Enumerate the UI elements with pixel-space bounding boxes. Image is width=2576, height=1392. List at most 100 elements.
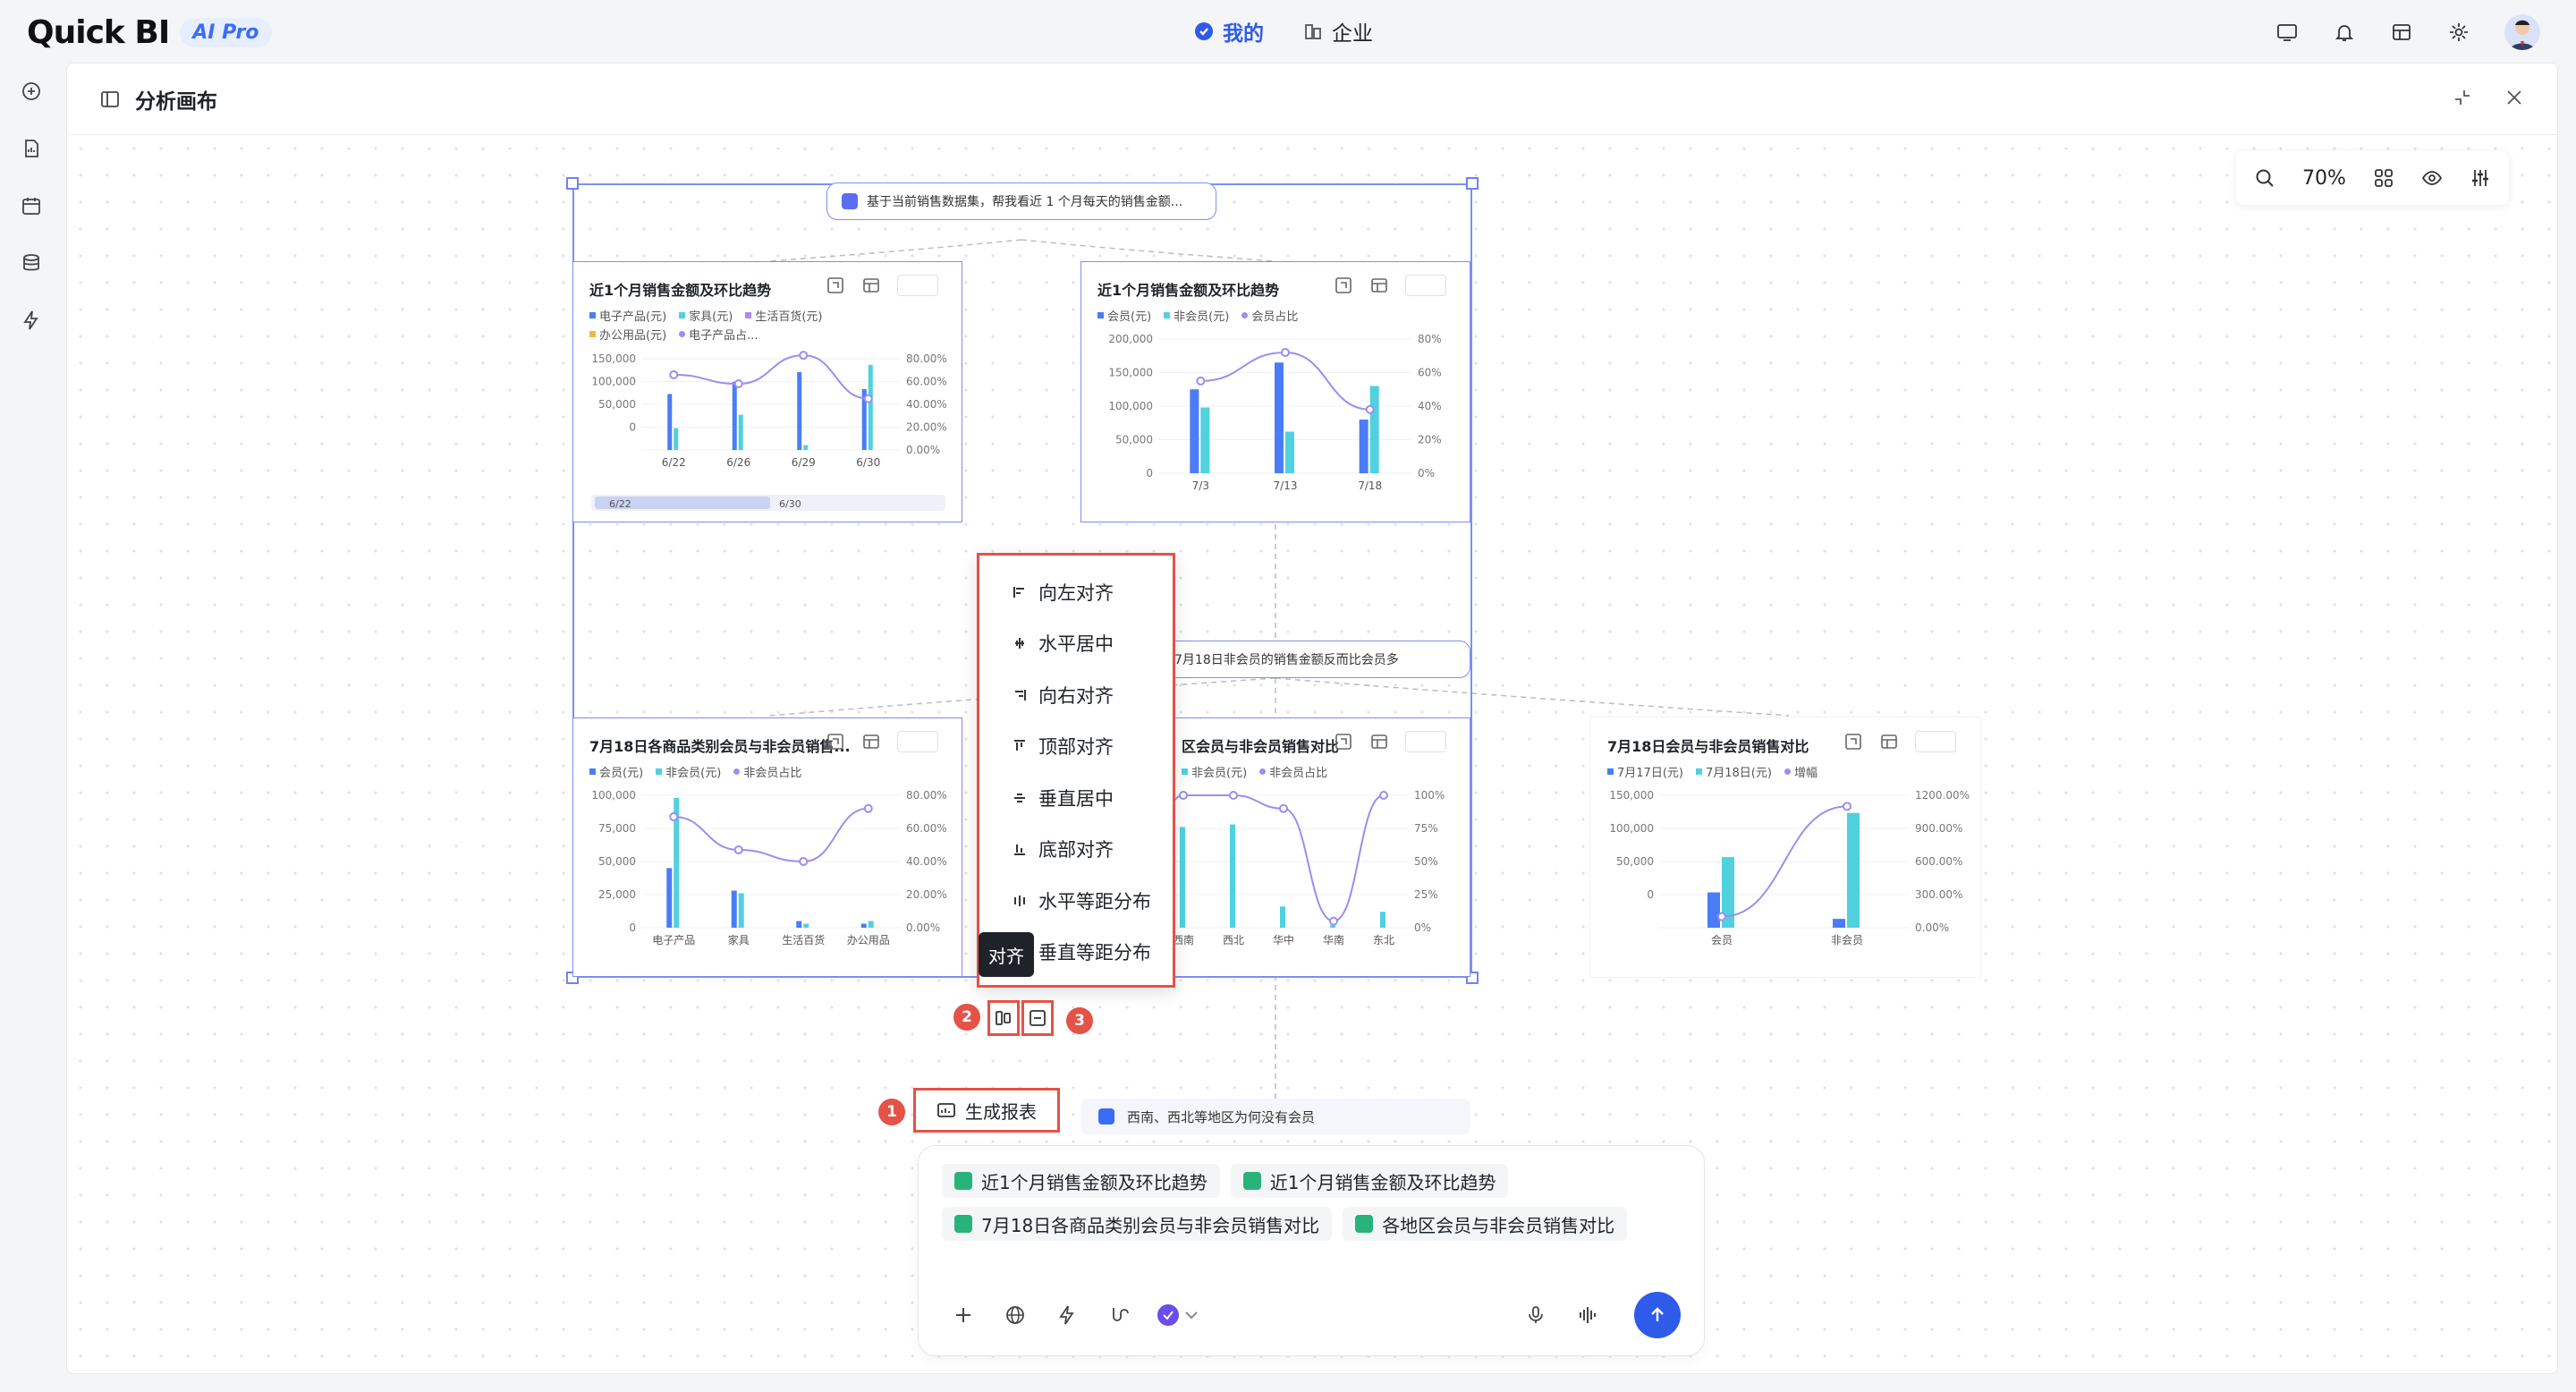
bar: [731, 890, 737, 928]
ratio-point: [799, 351, 809, 361]
y2-tick-label: 600.00%: [1915, 855, 1962, 868]
bar: [803, 923, 809, 928]
chart-chip[interactable]: 7月18日各商品类别会员与非会员销售对比: [942, 1207, 1333, 1241]
x-tick-label: 6/22: [662, 456, 686, 469]
y-tick-label: 50,000: [598, 855, 636, 868]
slider-end-label: 6/30: [779, 498, 801, 510]
y-tick-label: 75,000: [598, 822, 636, 835]
x-tick-label: 会员: [1711, 934, 1733, 946]
chart-card-2[interactable]: 近1个月销售金额及环比趋势 会员(元) 非会员(元) 会员占比 200,000 8…: [1080, 261, 1470, 522]
ratio-point: [799, 857, 809, 866]
y2-tick-label: 1200.00%: [1915, 789, 1970, 802]
globe-icon[interactable]: [994, 1294, 1037, 1337]
bar: [868, 921, 874, 928]
chart-svg: 200,000 80% 150,000 60% 100,000 40% 50,000 20% 0…: [1108, 333, 1442, 492]
align-button[interactable]: [987, 1000, 1020, 1036]
y-tick-label: 100,000: [1609, 822, 1654, 835]
y2-tick-label: 50%: [1414, 855, 1438, 868]
menu-item-align-vcenter[interactable]: 垂直居中: [979, 772, 1173, 824]
ratio-point: [1281, 348, 1290, 357]
lightning-icon[interactable]: [1046, 1294, 1089, 1337]
y2-tick-label: 20.00%: [906, 421, 947, 434]
ratio-point: [1229, 791, 1238, 800]
y2-tick-label: 80.00%: [906, 352, 947, 365]
align-tooltip: 对齐: [979, 932, 1034, 977]
chart-icon: [954, 1172, 972, 1190]
distribute-h-icon: [1014, 895, 1025, 906]
chart-svg: 150,000 80.00% 100,000 60.00% 50,000 40.00% 0 2…: [591, 351, 947, 511]
chart-card-5[interactable]: 7月18日会员与非会员销售对比 7月17日(元) 7月18日(元) 增幅 150…: [1590, 717, 1980, 977]
prompt-node-2[interactable]: 7月18日非会员的销售金额反而比会员多: [1129, 641, 1470, 678]
y2-tick-label: 900.00%: [1915, 822, 1962, 835]
flow-icon[interactable]: [1097, 1294, 1140, 1337]
bar: [1285, 431, 1294, 473]
y2-tick-label: 20%: [1418, 434, 1442, 446]
chart-chip[interactable]: 各地区会员与非会员销售对比: [1343, 1207, 1628, 1241]
chart-icon: [1355, 1215, 1374, 1233]
chart-svg: 150,000 1200.00% 100,000 900.00% 50,000 600.0…: [1609, 789, 1970, 946]
bar: [667, 394, 673, 450]
x-tick-label: 西北: [1223, 934, 1244, 946]
y2-tick-label: 60%: [1418, 367, 1442, 379]
y-tick-label: 100,000: [591, 376, 636, 388]
y-tick-label: 50,000: [1616, 855, 1654, 868]
bar: [1280, 906, 1285, 928]
ratio-point: [1717, 912, 1726, 921]
chart-chip[interactable]: 近1个月销售金额及环比趋势: [942, 1164, 1220, 1198]
prompt-node-1[interactable]: 基于当前销售数据集，帮我看近 1 个月每天的销售金额...: [826, 182, 1216, 220]
align-hcenter-icon: [1015, 638, 1024, 649]
menu-item-align-right[interactable]: 向右对齐: [979, 669, 1173, 721]
menu-item-align-bottom[interactable]: 底部对齐: [979, 824, 1173, 876]
ratio-line: [674, 807, 869, 863]
chat-controls: [942, 1292, 1681, 1338]
y2-tick-label: 40%: [1418, 400, 1442, 412]
menu-item-align-left[interactable]: 向左对齐: [979, 566, 1173, 618]
model-select-icon[interactable]: [1149, 1294, 1212, 1337]
resize-handle-tr[interactable]: [1466, 177, 1479, 190]
y-tick-label: 0: [1647, 888, 1654, 901]
bar: [738, 414, 743, 450]
y2-tick-label: 20.00%: [906, 888, 947, 901]
voice-wave-icon[interactable]: [1566, 1294, 1609, 1337]
generate-report-button[interactable]: 生成报表: [913, 1088, 1060, 1133]
menu-item-align-hcenter[interactable]: 水平居中: [979, 618, 1173, 670]
bar: [860, 923, 867, 928]
x-tick-label: 华南: [1323, 933, 1344, 946]
x-tick-label: 东北: [1373, 934, 1394, 946]
bar: [797, 371, 802, 450]
align-right-icon: [1015, 689, 1026, 700]
prompt-icon: [842, 193, 858, 209]
y-tick-label: 0: [629, 421, 636, 434]
chart-chip[interactable]: 近1个月销售金额及环比趋势: [1230, 1164, 1509, 1198]
ratio-point: [1329, 916, 1338, 926]
chat-input-box[interactable]: 近1个月销售金额及环比趋势 近1个月销售金额及环比趋势 7月18日各商品类别会员…: [918, 1145, 1705, 1356]
y2-tick-label: 0%: [1418, 467, 1435, 480]
bar: [1200, 407, 1210, 473]
prompt-node-3[interactable]: 西南、西北等地区为何没有会员: [1080, 1099, 1470, 1134]
prompt-node-2-text: 7月18日非会员的销售金额反而比会员多: [1174, 653, 1399, 667]
y-tick-label: 50,000: [598, 398, 636, 411]
x-tick-label: 电子产品: [652, 934, 695, 946]
menu-item-align-top[interactable]: 顶部对齐: [979, 721, 1173, 773]
ratio-point: [1843, 802, 1852, 811]
chart-card-1[interactable]: 近1个月销售金额及环比趋势 电子产品(元) 家具(元) 生活百货(元) 办公用品…: [572, 261, 962, 522]
x-tick-label: 7/3: [1192, 480, 1209, 492]
ratio-line: [674, 354, 869, 400]
menu-item-distribute-h[interactable]: 水平等距分布: [979, 875, 1173, 927]
x-tick-label: 6/29: [792, 456, 816, 469]
bar: [1190, 389, 1199, 473]
y2-tick-label: 0.00%: [1915, 921, 1949, 934]
x-tick-label: 非会员: [1831, 934, 1863, 946]
group-icon: [1030, 1010, 1046, 1026]
group-button[interactable]: [1021, 1000, 1054, 1036]
bar: [674, 428, 679, 450]
y-tick-label: 150,000: [1108, 367, 1153, 379]
resize-handle-tl[interactable]: [566, 177, 579, 190]
add-icon[interactable]: [942, 1294, 985, 1337]
chart-card-3[interactable]: 7月18日各商品类别会员与非会员销售... 会员(元) 非会员(元) 非会员占比…: [572, 717, 962, 977]
ratio-point: [1196, 376, 1206, 386]
send-button[interactable]: [1634, 1292, 1681, 1338]
align-bottom-icon: [1014, 845, 1025, 856]
y2-tick-label: 60.00%: [906, 376, 947, 388]
microphone-icon[interactable]: [1514, 1294, 1557, 1337]
